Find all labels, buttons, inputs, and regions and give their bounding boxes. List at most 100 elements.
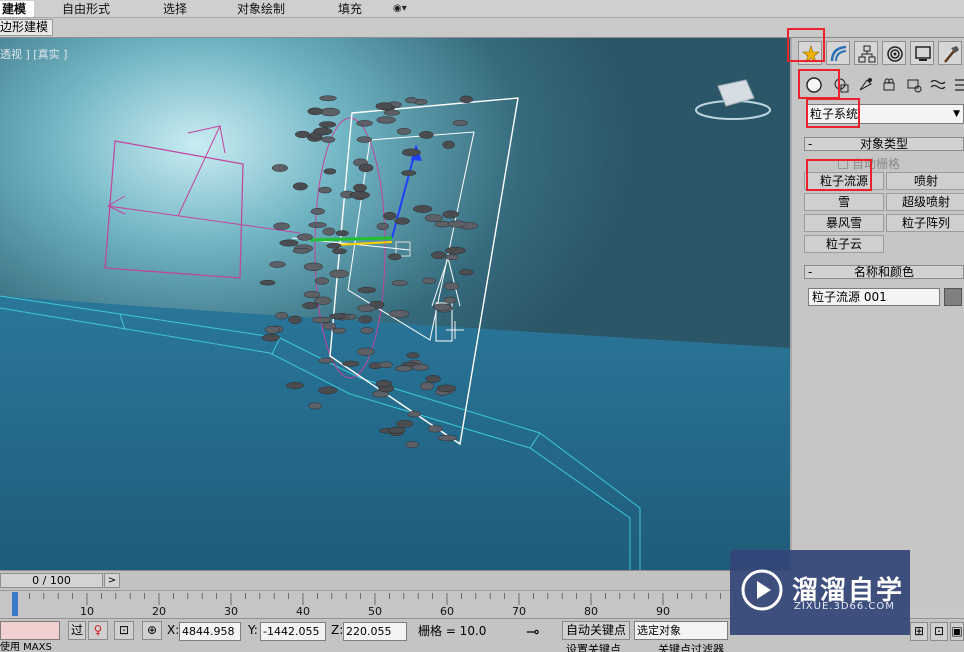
track-tick-label: 70 [512,605,526,618]
fish-particle [321,136,336,143]
fish-particle [294,130,311,138]
utilities-tab-icon[interactable] [938,41,962,65]
lights-category-icon[interactable] [854,74,878,96]
snow-button[interactable]: 雪 [804,193,884,211]
fish-particle [375,380,393,388]
zoom-all-icon[interactable]: ⊞ [910,622,928,641]
watermark-logo [741,569,783,611]
cameras-category-icon[interactable] [878,74,902,96]
fish-particle [425,375,441,383]
fish-particle [332,327,347,334]
lock-icon[interactable]: ⊡ [114,621,134,640]
fish-particle [383,109,401,116]
z-coordinate-field[interactable]: 220.055 [343,622,407,641]
dropdown-highlight [806,98,860,128]
ribbon-tab-object-paint[interactable]: 对象绘制 [237,1,285,17]
fish-particle [356,136,372,143]
fish-particle [322,322,337,330]
track-tick-label: 90 [656,605,670,618]
helpers-category-icon[interactable] [902,74,926,96]
particle-array-button[interactable]: 粒子阵列 [886,214,964,232]
ribbon-tab-freeform[interactable]: 自由形式 [62,1,110,17]
set-key-label[interactable]: 设置关键点 [566,641,621,652]
ribbon-tab-populate[interactable]: 填充 [338,1,362,17]
fish-particle [326,243,342,249]
particle-cloud-button[interactable]: 粒子云 [804,235,884,253]
track-bar[interactable]: 10 20 30 40 50 60 70 80 90 [0,590,790,618]
isolate-icon[interactable]: ♀ [88,621,108,640]
current-frame-marker[interactable] [12,592,18,616]
fish-particle [387,253,402,261]
fish-particle [404,97,418,104]
fish-particle [437,434,458,441]
fish-particle [349,191,370,200]
super-spray-button[interactable]: 超级喷射 [886,193,964,211]
fish-particle [436,384,457,393]
fish-particle [318,186,332,194]
viewport-scene [0,38,790,570]
maxscript-listener-mini[interactable] [0,621,60,640]
motion-tab-icon[interactable] [882,41,906,65]
track-tick-label: 10 [80,605,94,618]
fish-particle [269,261,286,268]
hierarchy-tab-icon[interactable] [854,41,878,65]
spacewarps-category-icon[interactable] [926,74,950,96]
fish-particle [401,170,417,176]
fish-particle [420,381,434,391]
ribbon-tab-selection[interactable]: 选择 [163,1,187,17]
pan-icon[interactable]: ▣ [950,622,964,641]
fish-particle [310,208,325,215]
fish-particle [431,251,446,260]
fish-particle [391,280,408,286]
fish-particle [279,239,299,247]
systems-category-icon[interactable] [950,74,964,96]
fish-particle [459,269,474,276]
ribbon-tab-modeling[interactable]: 建模 [0,1,34,17]
y-coordinate-field[interactable]: -1442.055 [260,622,326,641]
collapse-icon: - [808,137,813,151]
name-color-rollout[interactable]: - 名称和颜色 [804,265,964,279]
fish-particle [302,302,319,310]
fish-particle [452,120,468,126]
fish-particle [445,254,459,261]
next-frame-button[interactable]: > [104,573,120,588]
modify-tab-icon[interactable] [826,41,850,65]
gizmo-y-axis[interactable] [309,236,393,242]
watermark: 溜溜自学 ZIXUE.3D66.COM [730,550,910,635]
auto-key-button[interactable]: 自动关键点 [562,621,630,640]
fish-particle [307,107,324,116]
perspective-viewport[interactable]: 透视 ] [真实 ] [0,38,790,570]
track-tick-label: 80 [584,605,598,618]
absolute-mode-icon[interactable]: ⊕ [142,621,162,640]
selection-set-dropdown[interactable]: 选定对象 [634,621,728,640]
polygon-modeling-tab[interactable]: 边形建模 [0,19,54,36]
spray-button[interactable]: 喷射 [886,172,964,190]
key-filters-button[interactable]: 关键点过滤器 [658,641,724,652]
track-tick-label: 40 [296,605,310,618]
object-name-field[interactable]: 粒子流源 001 [808,288,940,306]
y-label: Y: [248,623,258,637]
fish-particle [405,441,419,449]
fish-particle [271,164,288,172]
fish-particle [394,365,413,372]
ribbon-options-icon[interactable]: ◉▾ [393,2,417,16]
fish-particle [313,127,333,136]
fish-particle [388,426,406,434]
display-tab-icon[interactable] [910,41,934,65]
zoom-extents-icon[interactable]: ⊡ [930,622,948,641]
key-icon[interactable]: ⊸ [526,623,539,640]
object-color-swatch[interactable] [944,288,962,306]
fish-particle [407,410,422,418]
time-slider-bar: 0 / 100 > [0,570,790,590]
track-tick-label: 30 [224,605,238,618]
time-slider[interactable]: 0 / 100 [0,573,103,588]
fish-particle [303,262,323,271]
fish-particle [358,315,373,324]
blizzard-button[interactable]: 暴风雪 [804,214,884,232]
selection-lock-button[interactable]: 过 [68,621,86,640]
object-type-rollout[interactable]: - 对象类型 [804,137,964,151]
x-coordinate-field[interactable]: 4844.958 [179,622,241,641]
fish-particle [376,222,390,231]
viewport-label[interactable]: 透视 ] [真实 ] [0,46,67,62]
fish-particle [329,269,349,278]
